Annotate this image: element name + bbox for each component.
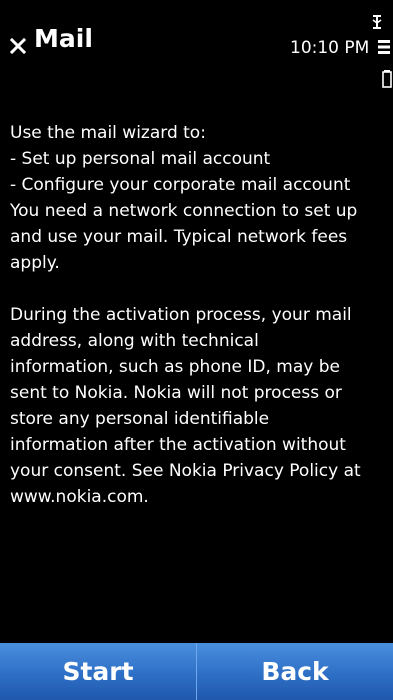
info-line: During the activation process, your mail: [10, 305, 352, 325]
info-line: store any personal identifiable: [10, 409, 270, 429]
info-line: information after the activation without: [10, 435, 346, 455]
info-line: www.nokia.com.: [10, 487, 149, 507]
signal-icon: [372, 15, 382, 29]
info-line: address, along with technical: [10, 331, 259, 351]
info-line: - Configure your corporate mail account: [10, 175, 351, 195]
close-icon[interactable]: [8, 34, 30, 56]
menu-icon[interactable]: [378, 39, 390, 55]
battery-icon: [382, 70, 392, 88]
start-button[interactable]: Start: [0, 643, 196, 700]
info-line: and use your mail. Typical network fees: [10, 227, 348, 247]
info-line: - Set up personal mail account: [10, 149, 271, 169]
softkey-bar: Start Back: [0, 643, 393, 700]
mail-wizard-info: Use the mail wizard to: - Set up persona…: [10, 120, 388, 510]
info-line: sent to Nokia. Nokia will not process or: [10, 383, 342, 403]
mail-screen: Mail 10:10 PM Use the mail wizard to: - …: [0, 0, 393, 700]
clock: 10:10 PM: [290, 38, 370, 58]
back-button[interactable]: Back: [196, 643, 393, 700]
info-line: your consent. See Nokia Privacy Policy a…: [10, 461, 361, 481]
info-line: You need a network connection to set up: [10, 201, 358, 221]
status-header: Mail 10:10 PM: [0, 0, 393, 100]
info-line: information, such as phone ID, may be: [10, 357, 340, 377]
page-title: Mail: [34, 24, 93, 53]
info-line: Use the mail wizard to:: [10, 123, 206, 143]
info-line: apply.: [10, 253, 60, 273]
